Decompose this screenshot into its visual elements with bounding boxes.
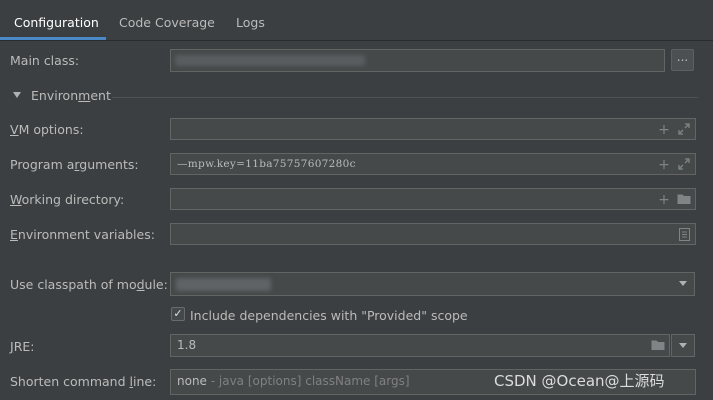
working-directory-field[interactable]: +: [170, 188, 696, 210]
environment-divider: [112, 97, 698, 98]
tab-logs[interactable]: Logs: [236, 0, 265, 40]
folder-icon[interactable]: [677, 193, 691, 207]
redacted-main-class: [175, 55, 365, 66]
vm-options-label: VM options:: [10, 122, 84, 137]
jre-field[interactable]: 1.8: [170, 334, 670, 357]
shorten-command-line-value-wrap: none - java [options] className [args]: [177, 374, 410, 388]
program-arguments-label: Program arguments:: [10, 157, 139, 172]
jre-dropdown-button[interactable]: [671, 334, 695, 357]
environment-collapse-arrow-icon[interactable]: [13, 92, 21, 98]
tab-configuration[interactable]: Configuration: [14, 0, 99, 40]
chevron-down-icon: [679, 343, 687, 348]
plus-icon[interactable]: +: [657, 123, 671, 137]
shorten-command-line-hint: - java [options] className [args]: [206, 374, 410, 388]
active-tab-indicator: [0, 37, 106, 40]
redacted-module-name: [176, 278, 271, 291]
classpath-module-label: Use classpath of module:: [10, 277, 168, 292]
main-class-browse-button[interactable]: ...: [671, 49, 694, 71]
expand-icon[interactable]: [677, 158, 691, 172]
environment-variables-label: Environment variables:: [10, 227, 155, 242]
environment-label: Environment: [31, 88, 111, 103]
shorten-command-line-value: none: [177, 374, 207, 388]
program-arguments-field[interactable]: —mpw.key=11ba75757607280c +: [170, 153, 696, 175]
folder-icon[interactable]: [651, 339, 665, 353]
chevron-down-icon[interactable]: [679, 281, 687, 286]
include-dependencies-checkbox[interactable]: ✓: [171, 307, 185, 321]
document-icon[interactable]: [677, 228, 691, 242]
classpath-module-select[interactable]: [170, 272, 695, 296]
include-dependencies-label[interactable]: Include dependencies with "Provided" sco…: [190, 308, 468, 323]
program-arguments-value: —mpw.key=11ba75757607280c: [177, 158, 356, 170]
plus-icon[interactable]: +: [657, 158, 671, 172]
plus-icon[interactable]: +: [657, 193, 671, 207]
jre-value: 1.8: [177, 338, 197, 352]
shorten-command-line-label: Shorten command line:: [10, 374, 157, 389]
working-directory-label: Working directory:: [10, 192, 125, 207]
environment-variables-field[interactable]: [170, 223, 696, 245]
environment-section-title[interactable]: Environment: [31, 88, 111, 103]
tab-bar: Configuration Code Coverage Logs: [0, 0, 713, 41]
main-class-label: Main class:: [10, 53, 80, 68]
main-class-field[interactable]: [170, 49, 665, 72]
vm-options-field[interactable]: +: [170, 118, 696, 140]
expand-icon[interactable]: [677, 123, 691, 137]
csdn-watermark: CSDN @Ocean@上源码: [494, 372, 665, 390]
jre-label: JRE:: [10, 339, 35, 354]
tab-code-coverage[interactable]: Code Coverage: [119, 0, 215, 40]
